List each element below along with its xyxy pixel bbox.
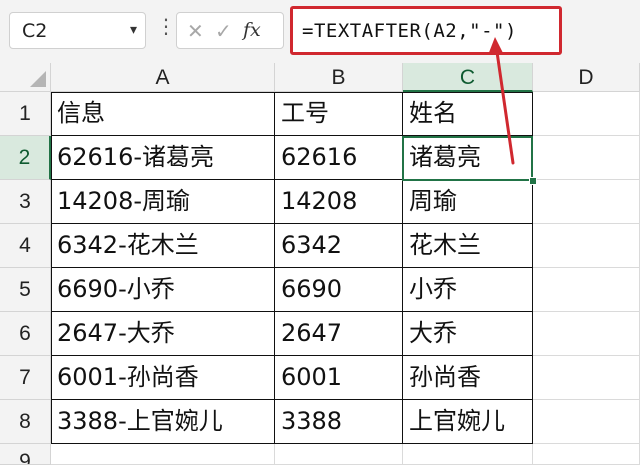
- annotation-arrow-line: [494, 43, 515, 165]
- annotation-arrow-head: [488, 37, 503, 55]
- annotation-arrow: [488, 37, 515, 165]
